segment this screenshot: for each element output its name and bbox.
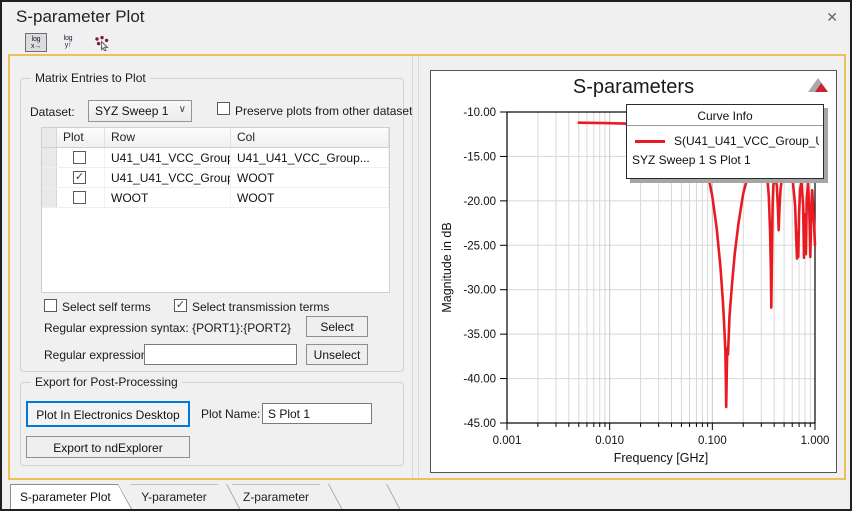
unselect-button[interactable]: Unselect: [306, 344, 368, 365]
svg-text:-15.00: -15.00: [463, 151, 496, 163]
tab-s-parameter-plot[interactable]: S-parameter Plot: [10, 484, 132, 509]
tab-s-parameter-plot-label: S-parameter Plot: [11, 485, 131, 509]
legend-sweep-label: SYZ Sweep 1 S Plot 1: [627, 148, 823, 167]
legend-entry: S(U41_U41_VCC_Group_U41...: [627, 126, 823, 148]
column-header-plot[interactable]: Plot: [57, 128, 105, 147]
legend-title: Curve Info: [627, 105, 823, 126]
tab-divider: [328, 484, 342, 509]
row-cell: U41_U41_VCC_Group...: [105, 168, 231, 187]
marker-trace-button[interactable]: [91, 33, 113, 52]
toolbar: log x→ log y↑: [2, 32, 850, 54]
log-x-axis-button[interactable]: log x→: [25, 33, 47, 52]
export-to-ndexplorer-button[interactable]: Export to ndExplorer: [26, 436, 190, 458]
plot-cell: [57, 148, 105, 167]
table-gutter: [42, 128, 57, 147]
tab-y-parameter-plot[interactable]: Y-parameter Plot: [130, 484, 218, 509]
row-gutter: [42, 188, 57, 207]
log-y-axis-button[interactable]: log y↑: [57, 33, 79, 52]
matrix-table: Plot Row Col U41_U41_VCC_Group... U41_U4…: [41, 127, 390, 293]
svg-text:1.000: 1.000: [801, 435, 830, 447]
row-cell: U41_U41_VCC_Group...: [105, 148, 231, 167]
svg-text:-25.00: -25.00: [463, 240, 496, 252]
select-transmission-terms-checkbox[interactable]: ✓: [174, 299, 187, 312]
regex-input[interactable]: [144, 344, 297, 365]
plot-cell: ✓: [57, 168, 105, 187]
plot-in-electronics-desktop-button[interactable]: Plot In Electronics Desktop: [26, 401, 190, 427]
dataset-dropdown[interactable]: SYZ Sweep 1 ∨: [88, 100, 192, 122]
close-icon[interactable]: ✕: [826, 9, 838, 26]
svg-text:Frequency [GHz]: Frequency [GHz]: [614, 451, 708, 465]
select-self-terms-label: Select self terms: [62, 300, 151, 314]
row-cell: WOOT: [105, 188, 231, 207]
log-x-icon: log x→: [26, 36, 46, 50]
curve-info-legend[interactable]: Curve Info S(U41_U41_VCC_Group_U41... SY…: [626, 104, 824, 179]
legend-curve-swatch: [635, 140, 665, 143]
s-parameter-plot-dialog: S-parameter Plot ✕ log x→ log y↑: [0, 0, 852, 511]
row-gutter: [42, 148, 57, 167]
tab-divider: [386, 484, 400, 509]
tab-strip: S-parameter Plot Y-parameter Plot Z-para…: [2, 482, 850, 509]
svg-text:-45.00: -45.00: [463, 418, 496, 430]
select-transmission-terms-label: Select transmission terms: [192, 300, 329, 314]
dialog-title: S-parameter Plot: [16, 7, 145, 27]
svg-text:-40.00: -40.00: [463, 374, 496, 386]
tab-z-parameter-plot[interactable]: Z-parameter Plot: [232, 484, 320, 509]
svg-text:-35.00: -35.00: [463, 329, 496, 341]
chart-panel: S-parameters 0.0010.0100.1001.000-10.00-…: [430, 70, 837, 473]
table-row[interactable]: WOOT WOOT: [42, 188, 389, 208]
col-cell: U41_U41_VCC_Group...: [231, 148, 389, 167]
table-row[interactable]: U41_U41_VCC_Group... U41_U41_VCC_Group..…: [42, 148, 389, 168]
scatter-marker-icon: [93, 35, 111, 51]
select-button[interactable]: Select: [306, 316, 368, 337]
matrix-entries-group-title: Matrix Entries to Plot: [31, 71, 150, 85]
plot-name-label: Plot Name:: [201, 407, 260, 421]
title-bar: S-parameter Plot ✕: [2, 2, 850, 32]
row-plot-checkbox[interactable]: [73, 191, 86, 204]
svg-text:0.001: 0.001: [493, 435, 522, 447]
export-group-title: Export for Post-Processing: [31, 375, 182, 389]
svg-text:0.010: 0.010: [595, 435, 624, 447]
col-cell: WOOT: [231, 168, 389, 187]
table-row[interactable]: ✓ U41_U41_VCC_Group... WOOT: [42, 168, 389, 188]
chevron-down-icon: ∨: [179, 104, 186, 115]
select-self-terms-checkbox[interactable]: [44, 299, 57, 312]
svg-text:-30.00: -30.00: [463, 285, 496, 297]
regex-label: Regular expression:: [44, 348, 151, 362]
log-y-icon: log y↑: [57, 35, 79, 49]
dialog-content: Matrix Entries to Plot Dataset: SYZ Swee…: [8, 54, 846, 480]
plot-cell: [57, 188, 105, 207]
dataset-dropdown-value: SYZ Sweep 1: [95, 104, 168, 118]
legend-entry-label: S(U41_U41_VCC_Group_U41...: [674, 134, 819, 148]
row-plot-checkbox[interactable]: [73, 151, 86, 164]
svg-text:Magnitude in dB: Magnitude in dB: [440, 222, 454, 312]
panel-splitter[interactable]: [412, 56, 419, 478]
dataset-label: Dataset:: [30, 105, 75, 119]
svg-text:-20.00: -20.00: [463, 196, 496, 208]
svg-text:0.100: 0.100: [698, 435, 727, 447]
matrix-table-header: Plot Row Col: [42, 128, 389, 148]
row-plot-checkbox[interactable]: ✓: [73, 171, 86, 184]
column-header-row[interactable]: Row: [105, 128, 231, 147]
preserve-plots-label: Preserve plots from other datasets: [235, 104, 418, 118]
preserve-plots-checkbox[interactable]: [217, 102, 230, 115]
svg-text:-10.00: -10.00: [463, 107, 496, 119]
regex-syntax-label: Regular expression syntax: {PORT1}:{PORT…: [44, 321, 291, 335]
row-gutter: [42, 168, 57, 187]
plot-name-input[interactable]: S Plot 1: [262, 403, 372, 424]
column-header-col[interactable]: Col: [231, 128, 389, 147]
col-cell: WOOT: [231, 188, 389, 207]
